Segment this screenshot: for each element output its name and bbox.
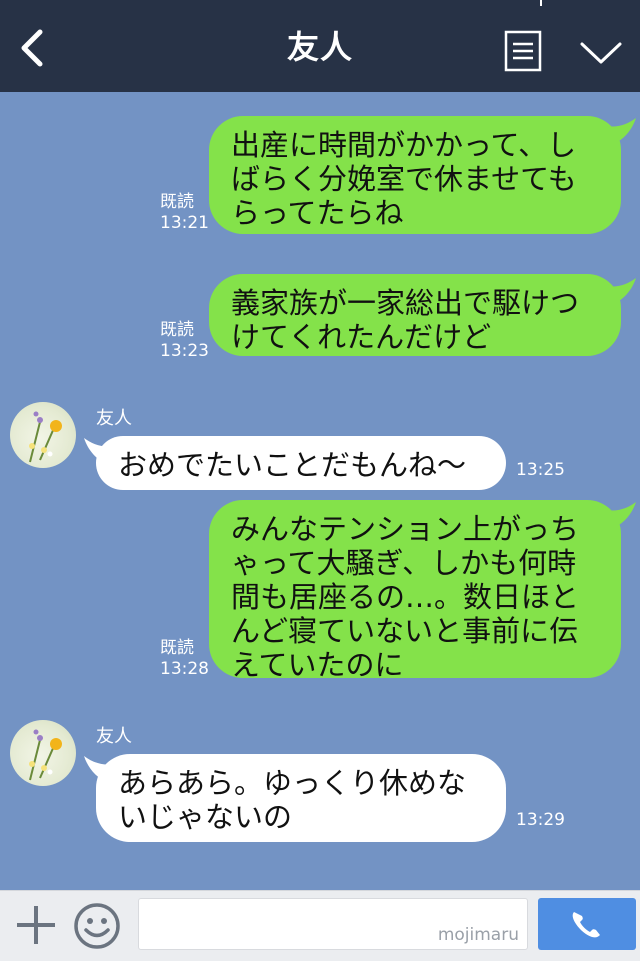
message-time: 13:23 xyxy=(160,341,209,361)
chat-header: 友人 xyxy=(0,0,640,92)
message-list[interactable]: 出産に時間がかかって、し ばらく分娩室で休ませても らってたらね 既読 13:2… xyxy=(0,92,640,890)
message-bubble-sent[interactable]: 義家族が一家総出で駆けつ けてくれたんだけど xyxy=(209,274,621,356)
read-receipt: 既読 13:23 xyxy=(160,320,209,361)
message-time: 13:21 xyxy=(160,213,209,233)
read-receipt: 既読 13:28 xyxy=(160,638,209,679)
flower-icon xyxy=(29,411,62,463)
friend-avatar[interactable] xyxy=(10,402,76,468)
chevron-down-icon[interactable] xyxy=(578,38,624,68)
message-bubble-sent[interactable]: みんなテンション上がっち ゃって大騒ぎ、しかも何時 間も居座るの…。数日ほと ん… xyxy=(209,500,621,682)
chat-title: 友人 xyxy=(286,28,353,66)
smiley-icon[interactable] xyxy=(72,901,122,951)
message-input[interactable]: mojimaru xyxy=(138,898,528,950)
flower-icon xyxy=(29,729,62,781)
sender-name: 友人 xyxy=(96,408,132,429)
sender-name: 友人 xyxy=(96,726,132,747)
message-time: 13:28 xyxy=(160,659,209,679)
phone-icon xyxy=(572,912,600,938)
composer-bar: mojimaru xyxy=(0,890,640,961)
message-bubble-received[interactable]: あらあら。ゆっくり休めな いじゃないの xyxy=(96,754,506,842)
plus-icon[interactable] xyxy=(14,903,58,947)
message-time: 13:29 xyxy=(516,810,565,830)
friend-avatar[interactable] xyxy=(10,720,76,786)
message-bubble-received[interactable]: おめでたいことだもんね〜 xyxy=(96,436,506,490)
call-button[interactable] xyxy=(538,898,636,950)
status-tick xyxy=(540,0,542,6)
read-receipt: 既読 13:21 xyxy=(160,192,209,233)
notes-icon[interactable] xyxy=(504,30,544,72)
watermark-text: mojimaru xyxy=(437,925,519,945)
message-time: 13:25 xyxy=(516,460,565,480)
message-bubble-sent[interactable]: 出産に時間がかかって、し ばらく分娩室で休ませても らってたらね xyxy=(209,116,621,234)
